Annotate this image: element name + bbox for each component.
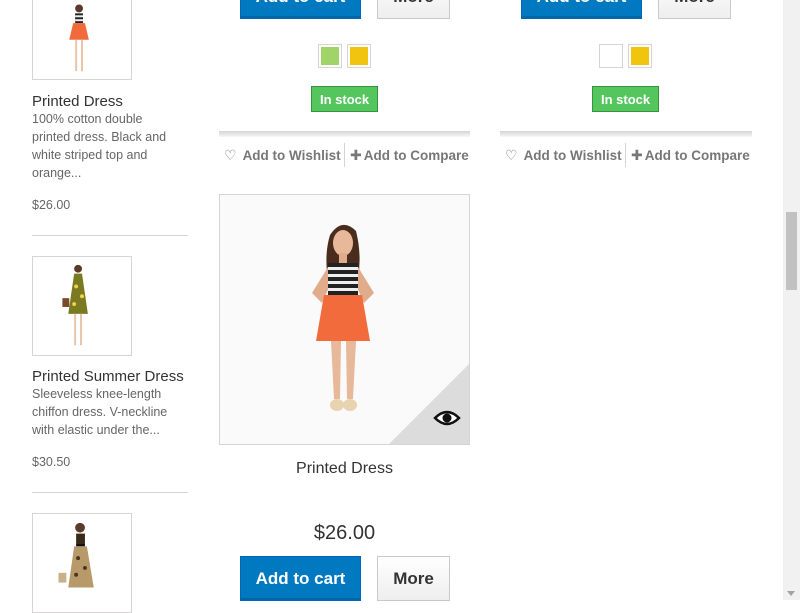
heart-icon: ♡ <box>224 147 237 163</box>
plus-icon: ✚ <box>631 147 643 163</box>
stock-badge: In stock <box>311 86 379 112</box>
dress-yellow-icon <box>62 264 88 346</box>
color-swatch[interactable] <box>347 44 371 68</box>
plus-icon: ✚ <box>350 147 362 163</box>
scrollbar-thumb[interactable] <box>786 212 797 290</box>
quick-view-corner[interactable] <box>389 364 469 444</box>
color-swatch[interactable] <box>318 44 342 68</box>
sidebar-product-thumb[interactable] <box>32 256 132 356</box>
dress-orange-icon <box>69 4 89 72</box>
add-to-wishlist-link[interactable]: ♡ Add to Wishlist <box>224 147 341 164</box>
heart-icon: ♡ <box>505 147 518 163</box>
divider <box>625 143 626 167</box>
add-to-compare-link[interactable]: ✚ Add to Compare <box>631 147 750 164</box>
sidebar-product-title[interactable]: Printed Summer Dress <box>32 368 184 385</box>
product-image[interactable] <box>219 194 470 445</box>
compare-label: Add to Compare <box>644 148 750 163</box>
product-price: $26.00 <box>313 522 376 544</box>
eye-icon <box>433 410 461 426</box>
divider <box>344 143 345 167</box>
sidebar-product-price: $30.50 <box>32 455 71 469</box>
more-button[interactable]: More <box>377 0 450 19</box>
divider <box>32 492 188 493</box>
compare-label: Add to Compare <box>363 148 469 163</box>
add-to-cart-button[interactable]: Add to cart <box>521 0 642 19</box>
scroll-down-arrow-icon[interactable] <box>787 591 795 596</box>
color-swatch[interactable] <box>599 44 623 68</box>
add-to-compare-link[interactable]: ✚ Add to Compare <box>350 147 469 164</box>
divider <box>500 131 752 137</box>
divider <box>32 235 188 236</box>
color-swatch[interactable] <box>628 44 652 68</box>
wishlist-label: Add to Wishlist <box>242 148 341 163</box>
stock-badge: In stock <box>592 86 660 112</box>
add-to-cart-button[interactable]: Add to cart <box>240 0 361 19</box>
sidebar-product-description: Sleeveless knee-length chiffon dress. V-… <box>32 387 168 437</box>
add-to-cart-button[interactable]: Add to cart <box>240 556 361 601</box>
add-to-wishlist-link[interactable]: ♡ Add to Wishlist <box>505 147 622 164</box>
more-button[interactable]: More <box>658 0 731 19</box>
sidebar-product-thumb[interactable] <box>32 513 132 613</box>
product-name[interactable]: Printed Dress <box>219 460 470 478</box>
divider <box>219 131 470 137</box>
sidebar-product-description: 100% cotton double printed dress. Black … <box>32 112 167 180</box>
dress-leopard-icon <box>58 522 94 588</box>
vertical-scrollbar[interactable] <box>783 0 800 600</box>
wishlist-label: Add to Wishlist <box>523 148 622 163</box>
sidebar-product-title[interactable]: Printed Dress <box>32 93 123 110</box>
sidebar-product-price: $26.00 <box>32 198 71 212</box>
more-button[interactable]: More <box>377 556 450 601</box>
sidebar-product-thumb[interactable] <box>32 0 132 80</box>
